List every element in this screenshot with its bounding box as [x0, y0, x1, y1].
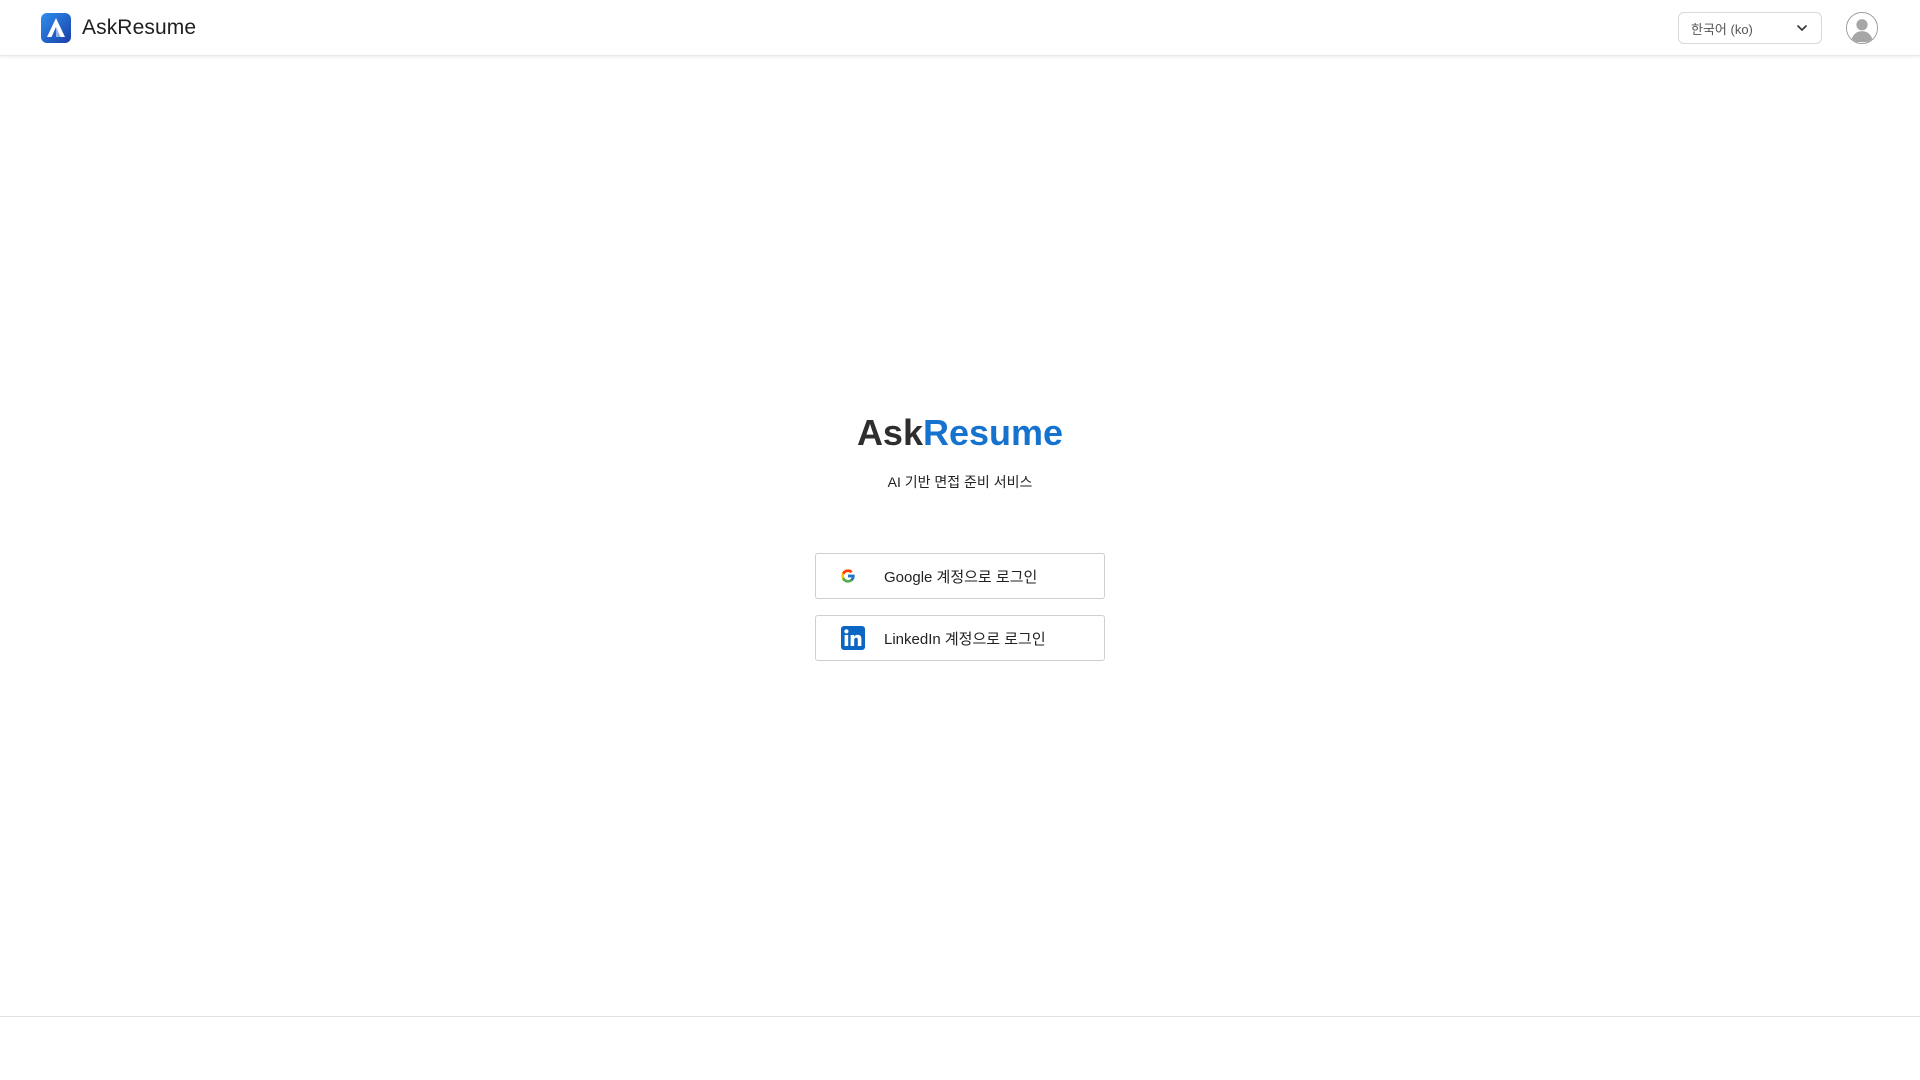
google-icon	[840, 568, 856, 584]
hero-title-resume: Resume	[922, 412, 1064, 453]
linkedin-icon	[841, 626, 865, 650]
google-login-button[interactable]: Google 계정으로 로그인	[815, 553, 1105, 599]
hero-section: AskResume AI 기반 면접 준비 서비스	[0, 405, 1920, 492]
brand-home-link[interactable]: AskResume	[41, 13, 196, 43]
hero-title: AskResume	[0, 405, 1920, 461]
top-header: AskResume 한국어 (ko)	[0, 0, 1920, 56]
footer-divider	[0, 1016, 1920, 1017]
chevron-down-icon	[1797, 25, 1807, 31]
brand-name: AskResume	[82, 16, 197, 39]
hero-title-ask: Ask	[856, 412, 923, 453]
askresume-logo-icon	[41, 13, 71, 43]
linkedin-login-button[interactable]: LinkedIn 계정으로 로그인	[815, 615, 1105, 661]
hero-subtitle: AI 기반 면접 준비 서비스	[887, 474, 1033, 490]
language-selected-value: 한국어 (ko)	[1691, 21, 1753, 37]
google-login-label: Google 계정으로 로그인	[884, 568, 1038, 586]
user-avatar-button[interactable]	[1846, 12, 1878, 44]
user-avatar-icon	[1847, 13, 1877, 43]
language-select[interactable]: 한국어 (ko)	[1678, 12, 1822, 44]
linkedin-login-label: LinkedIn 계정으로 로그인	[884, 630, 1046, 648]
